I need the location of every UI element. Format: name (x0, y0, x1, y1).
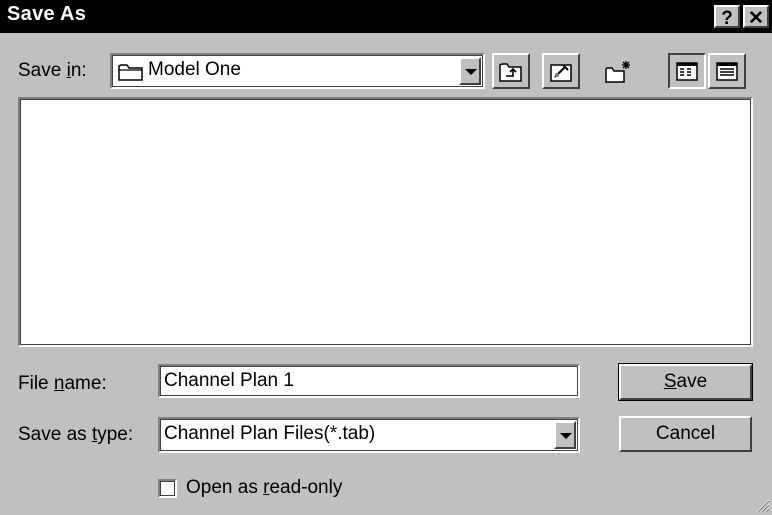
save-in-dropdown[interactable]: Model One (110, 53, 485, 89)
save-in-dropdown-arrow[interactable] (459, 57, 481, 85)
save-in-value: Model One (148, 59, 241, 80)
file-list[interactable] (18, 97, 753, 347)
desktop-icon (550, 64, 572, 82)
cancel-button[interactable]: Cancel (619, 416, 752, 452)
up-one-level-button[interactable] (492, 53, 530, 89)
read-only-checkbox[interactable] (158, 479, 177, 498)
help-button[interactable]: ? (714, 5, 740, 29)
save-as-type-label: Save as type: (18, 424, 134, 445)
resize-grip-icon[interactable] (754, 497, 770, 513)
up-folder-icon (499, 63, 522, 82)
close-button[interactable]: ✕ (743, 5, 769, 29)
file-name-label: File name: (18, 373, 107, 394)
read-only-label[interactable]: Open as read-only (186, 477, 342, 499)
desktop-button[interactable] (542, 53, 580, 89)
save-as-type-dropdown-arrow[interactable] (554, 421, 576, 449)
folder-icon (118, 64, 143, 81)
details-view-icon (716, 62, 738, 81)
list-view-icon (676, 62, 698, 81)
create-new-folder-button[interactable] (598, 53, 636, 89)
title-bar[interactable]: Save As ? ✕ (0, 0, 772, 33)
save-as-dialog: Save As ? ✕ Save in: Model One File name… (0, 0, 772, 515)
details-view-button[interactable] (708, 53, 746, 89)
save-button[interactable]: Save (618, 363, 753, 401)
window-title: Save As (7, 3, 87, 25)
save-in-label: Save in: (18, 60, 87, 81)
save-as-type-dropdown[interactable]: Channel Plan Files(*.tab) (158, 417, 580, 453)
new-folder-icon (605, 61, 630, 83)
list-view-button[interactable] (668, 53, 706, 89)
save-as-type-value: Channel Plan Files(*.tab) (164, 423, 376, 444)
file-name-input[interactable] (158, 364, 580, 398)
file-name-field[interactable] (164, 368, 574, 394)
